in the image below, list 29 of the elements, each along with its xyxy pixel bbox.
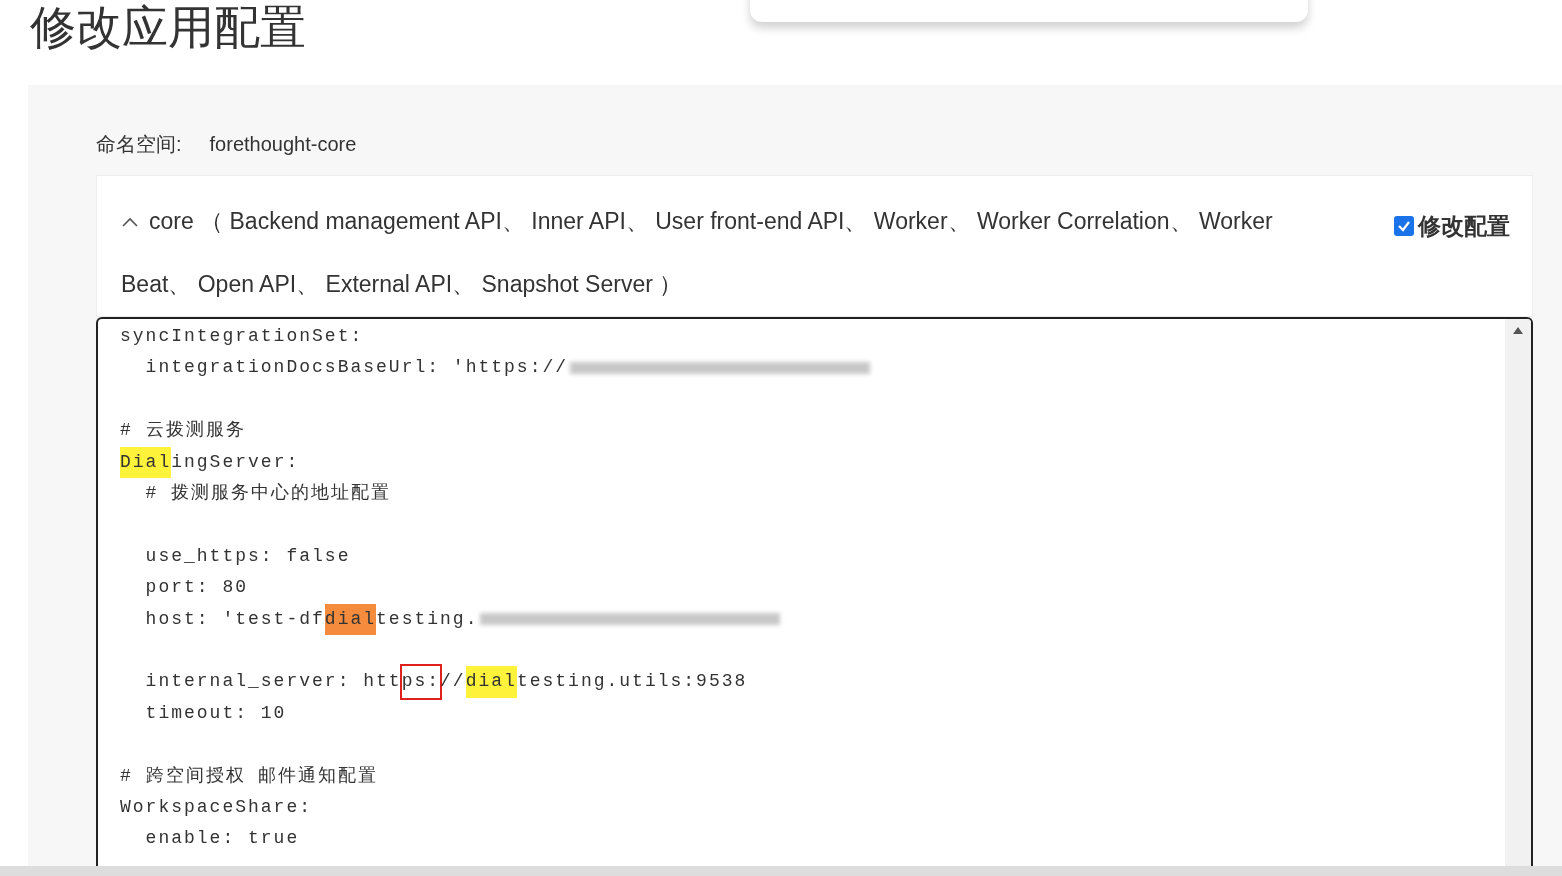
app-services-text: Beat、 Open API、 External API、 Snapshot Server ） [121,270,683,299]
namespace-label: 命名空间: [96,132,182,157]
code-text: use_https: false [144,544,351,568]
scrollbar[interactable] [1505,319,1531,866]
app-services-text: core （ Backend management API、 Inner API、 User front-end API、 Worker、 Worker Correlation、 Worker [149,207,1273,236]
highlighted-text: dial [324,603,377,636]
code-text: ingServer: [171,450,300,474]
check-icon [1397,219,1411,234]
selection-frame: ps: [401,666,441,698]
code-text: integrationDocsBaseUrl: 'https:// [144,356,569,380]
code-text: syncIntegrationSet: [120,325,364,348]
namespace-value: forethought-core [209,132,357,157]
modify-config-checkbox[interactable]: 修改配置 [1394,209,1510,244]
code-text: internal_server: htt [144,670,402,694]
page-title: 修改应用配置 [30,2,306,52]
code-text: timeout: 10 [144,701,287,725]
chevron-up-icon[interactable] [121,215,139,228]
code-text: enable: true [144,827,300,851]
highlighted-text: dial [465,666,517,698]
code-text: host: 'test-df [144,607,325,631]
code-text: WorkspaceShare: [120,796,313,820]
highlighted-text: Dial [120,446,172,478]
code-text: testing.utils:9538 [516,670,748,694]
code-text: testing. [376,607,479,631]
code-text: port: 80 [144,576,249,600]
code-text: # 跨空间授权 邮件通知配置 [120,764,379,788]
scroll-up-icon[interactable] [1513,327,1523,334]
code-text: # 云拨测服务 [120,419,246,443]
code-text: # 拨测服务中心的地址配置 [144,482,392,505]
